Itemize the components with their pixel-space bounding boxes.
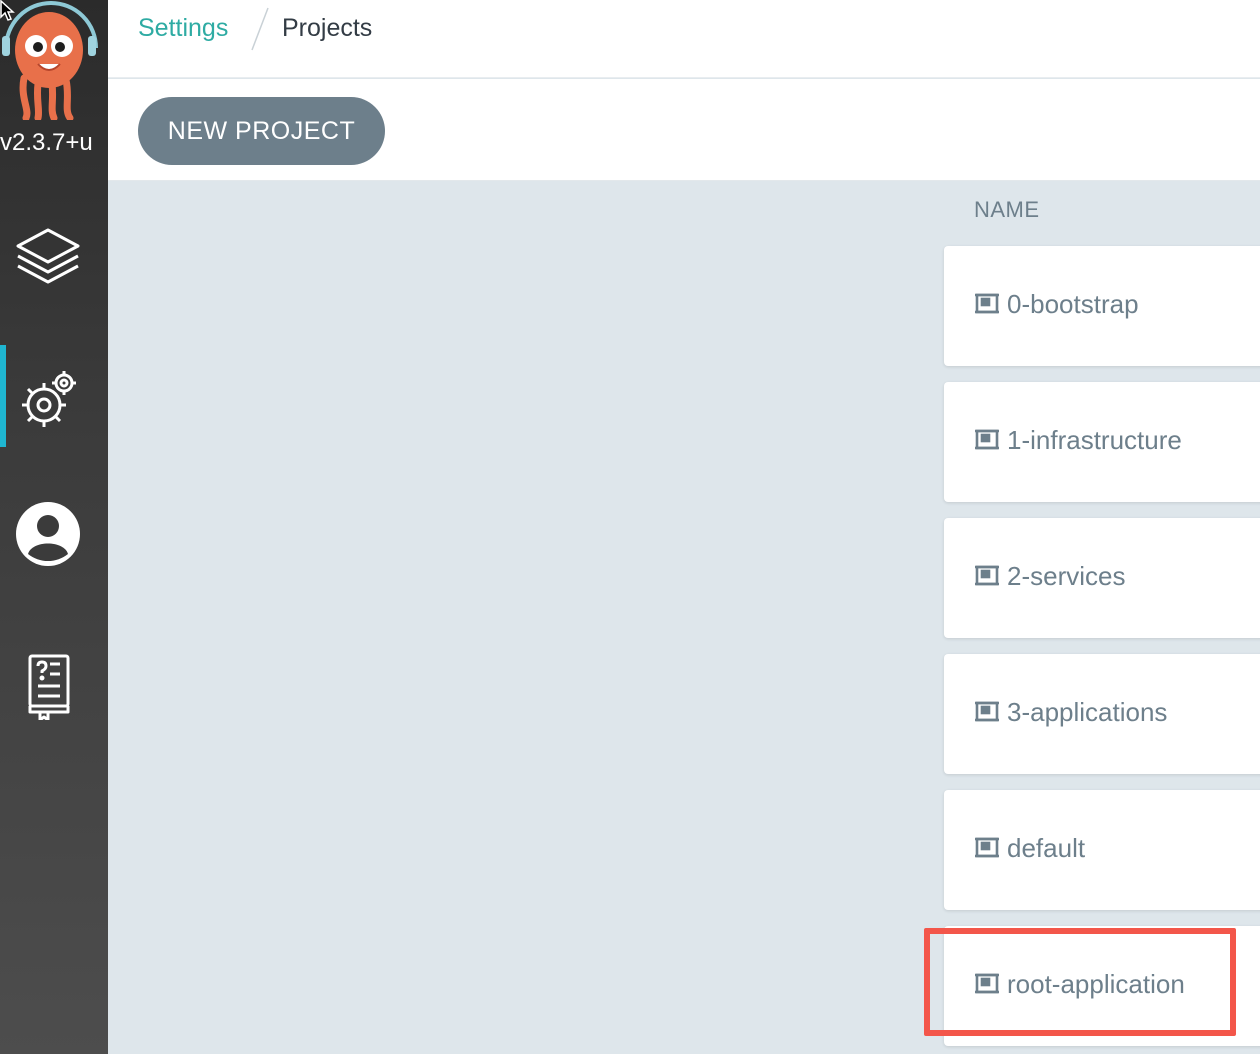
page-title: Projects xyxy=(282,14,373,42)
active-indicator xyxy=(0,345,6,447)
cursor-icon xyxy=(0,0,15,21)
new-project-button[interactable]: NEW PROJECT xyxy=(138,97,385,165)
project-name: 1-infrastructure xyxy=(1007,425,1182,455)
project-icon xyxy=(975,293,999,314)
project-icon xyxy=(975,837,999,858)
argo-logo[interactable] xyxy=(0,0,108,122)
gear-icon xyxy=(22,371,76,427)
top-bar: Settings Projects xyxy=(108,0,1260,78)
project-row-1-infrastructure[interactable]: 1-infrastructure xyxy=(944,382,1260,502)
project-row-default[interactable]: default xyxy=(944,790,1260,910)
breadcrumb-separator xyxy=(251,7,269,51)
project-icon xyxy=(975,973,999,994)
project-icon xyxy=(975,565,999,586)
name-column-header: NAME xyxy=(974,197,1040,222)
nav-settings[interactable] xyxy=(0,345,108,447)
project-name: 0-bootstrap xyxy=(1007,289,1139,319)
project-name: 3-applications xyxy=(1007,697,1168,727)
sidebar: v2.3.7+u xyxy=(0,0,108,1054)
project-icon xyxy=(975,429,999,450)
project-icon xyxy=(975,701,999,722)
user-icon xyxy=(16,502,80,566)
project-row-2-services[interactable]: 2-services xyxy=(944,518,1260,638)
project-name: default xyxy=(1007,833,1086,863)
project-row-3-applications[interactable]: 3-applications xyxy=(944,654,1260,774)
version-label: v2.3.7+u xyxy=(0,129,93,156)
nav-documentation[interactable] xyxy=(0,634,108,736)
breadcrumb-settings-link[interactable]: Settings xyxy=(138,12,228,44)
layers-icon xyxy=(16,228,80,284)
project-row-root-application[interactable]: root-application xyxy=(944,926,1260,1046)
nav-user-info[interactable] xyxy=(0,482,108,584)
toolbar: NEW PROJECT xyxy=(108,79,1260,181)
project-row-0-bootstrap[interactable]: 0-bootstrap xyxy=(944,246,1260,366)
project-name: 2-services xyxy=(1007,561,1126,591)
nav-applications[interactable] xyxy=(0,206,108,308)
docs-icon xyxy=(28,654,70,720)
project-name: root-application xyxy=(1007,969,1185,999)
